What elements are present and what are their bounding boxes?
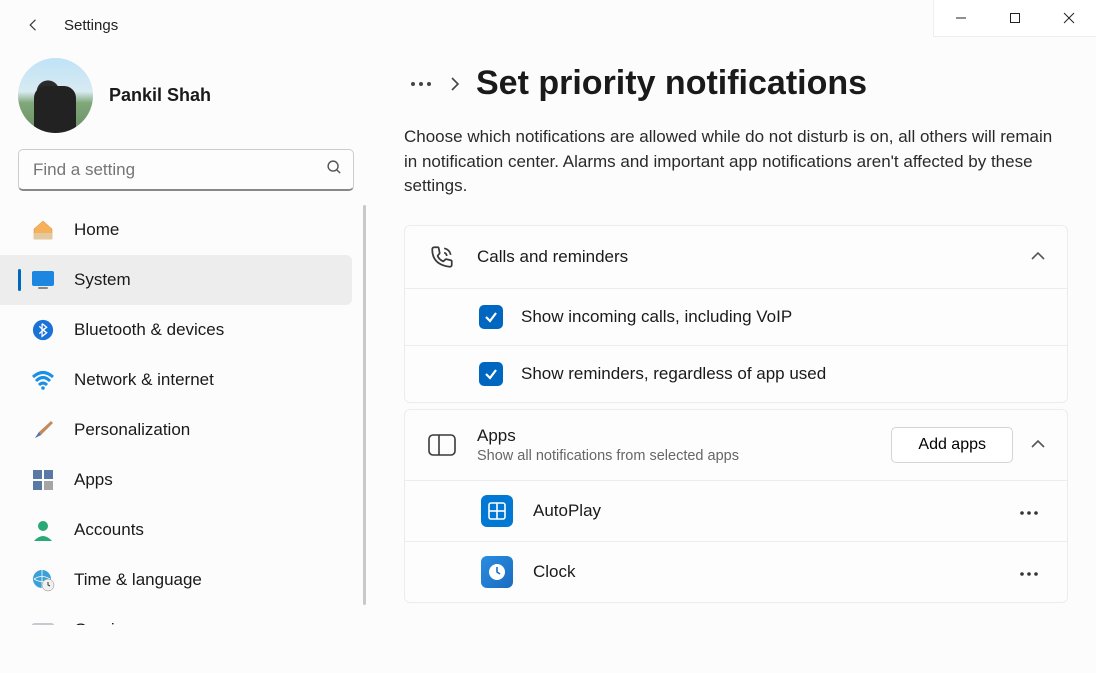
nav-home[interactable]: Home <box>0 205 352 255</box>
app-name: Clock <box>533 562 1011 582</box>
apps-section-icon <box>427 430 457 460</box>
close-button[interactable] <box>1042 0 1096 36</box>
maximize-button[interactable] <box>988 0 1042 36</box>
checkbox-reminders[interactable] <box>479 362 503 386</box>
nav-accounts[interactable]: Accounts <box>0 505 352 555</box>
calls-check-voip-row: Show incoming calls, including VoIP <box>405 288 1067 345</box>
nav-label: Time & language <box>74 570 202 590</box>
calls-check-reminders-row: Show reminders, regardless of app used <box>405 345 1067 402</box>
nav-label: Gaming <box>74 620 134 625</box>
nav-label: Accounts <box>74 520 144 540</box>
checkbox-voip[interactable] <box>479 305 503 329</box>
back-button[interactable] <box>18 9 50 41</box>
search-input-wrap[interactable] <box>18 149 354 191</box>
nav: Home System Bluetooth & devices Network … <box>0 205 372 625</box>
profile[interactable]: Pankil Shah <box>0 58 372 149</box>
add-apps-button[interactable]: Add apps <box>891 427 1013 463</box>
bluetooth-icon <box>30 317 56 343</box>
chevron-right-icon <box>438 77 472 91</box>
search-input[interactable] <box>33 160 326 180</box>
app-row-autoplay: AutoPlay <box>405 480 1067 541</box>
nav-label: System <box>74 270 131 290</box>
phone-icon <box>427 242 457 272</box>
sidebar: Pankil Shah Home System <box>0 50 372 673</box>
clock-icon <box>481 556 513 588</box>
gamepad-icon <box>30 617 56 625</box>
page-description: Choose which notifications are allowed w… <box>404 125 1064 199</box>
main: Set priority notifications Choose which … <box>372 50 1096 673</box>
nav-gaming[interactable]: Gaming <box>0 605 352 625</box>
nav-time[interactable]: Time & language <box>0 555 352 605</box>
window-title: Settings <box>64 17 118 34</box>
apps-title: Apps <box>477 426 891 446</box>
nav-personalization[interactable]: Personalization <box>0 405 352 455</box>
nav-label: Home <box>74 220 119 240</box>
username: Pankil Shah <box>109 85 211 106</box>
apps-card: Apps Show all notifications from selecte… <box>404 409 1068 603</box>
app-more-button[interactable] <box>1011 495 1047 526</box>
minimize-button[interactable] <box>934 0 988 36</box>
app-more-button[interactable] <box>1011 556 1047 587</box>
breadcrumb-overflow-icon[interactable] <box>404 81 438 87</box>
app-name: AutoPlay <box>533 501 1011 521</box>
nav-label: Apps <box>74 470 113 490</box>
calls-title: Calls and reminders <box>477 247 1031 267</box>
home-icon <box>30 217 56 243</box>
nav-bluetooth[interactable]: Bluetooth & devices <box>0 305 352 355</box>
breadcrumb: Set priority notifications <box>404 64 1068 103</box>
apps-header[interactable]: Apps Show all notifications from selecte… <box>405 410 1067 480</box>
person-icon <box>30 517 56 543</box>
nav-label: Network & internet <box>74 370 214 390</box>
system-icon <box>30 267 56 293</box>
checkbox-voip-label: Show incoming calls, including VoIP <box>521 307 792 327</box>
nav-system[interactable]: System <box>0 255 352 305</box>
nav-label: Personalization <box>74 420 190 440</box>
checkbox-reminders-label: Show reminders, regardless of app used <box>521 364 826 384</box>
apps-subtitle: Show all notifications from selected app… <box>477 448 891 464</box>
nav-apps[interactable]: Apps <box>0 455 352 505</box>
chevron-up-icon[interactable] <box>1031 248 1045 266</box>
apps-icon <box>30 467 56 493</box>
calls-card: Calls and reminders Show incoming calls,… <box>404 225 1068 403</box>
nav-label: Bluetooth & devices <box>74 320 224 340</box>
page-title: Set priority notifications <box>476 64 867 103</box>
brush-icon <box>30 417 56 443</box>
calls-header[interactable]: Calls and reminders <box>405 226 1067 288</box>
search-icon[interactable] <box>326 159 343 181</box>
wifi-icon <box>30 367 56 393</box>
chevron-up-icon[interactable] <box>1031 436 1045 454</box>
nav-network[interactable]: Network & internet <box>0 355 352 405</box>
globe-clock-icon <box>30 567 56 593</box>
window-controls <box>933 0 1096 37</box>
autoplay-icon <box>481 495 513 527</box>
app-row-clock: Clock <box>405 541 1067 602</box>
sidebar-scrollbar[interactable] <box>363 205 366 605</box>
titlebar: Settings <box>0 0 1096 50</box>
avatar <box>18 58 93 133</box>
